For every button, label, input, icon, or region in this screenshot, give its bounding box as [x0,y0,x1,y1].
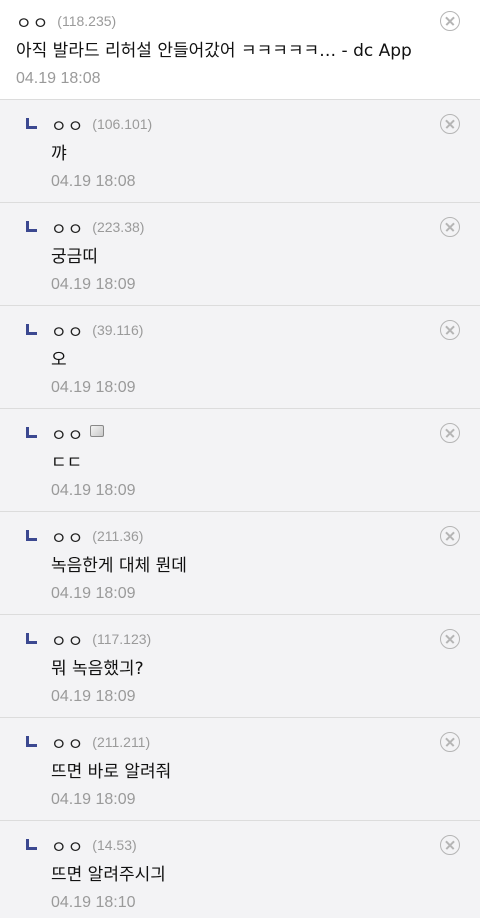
comment-date: 04.19 18:08 [16,70,101,87]
close-circle-icon[interactable] [440,423,460,443]
comment-ip: (211.211) [92,734,151,750]
comment-date: 04.19 18:08 [51,173,136,190]
comment-text: 꺄 [51,144,67,164]
reply-item: ㅇㅇ ㄷㄷ 04.19 18:09 [0,409,480,512]
reply-item: ㅇㅇ (117.123) 뭐 녹음했긔? 04.19 18:09 [0,615,480,718]
reply-item: ㅇㅇ (106.101) 꺄 04.19 18:08 [0,100,480,203]
reply-item: ㅇㅇ (211.211) 뜨면 바로 알려줘 04.19 18:09 [0,718,480,821]
comment-ip: (117.123) [92,631,152,647]
comment-ip: (223.38) [92,219,145,235]
comment-nickname[interactable]: ㅇㅇ [16,9,49,34]
reply-item: ㅇㅇ (39.116) 오 04.19 18:09 [0,306,480,409]
reply-item: ㅇㅇ (14.53) 뜨면 알려주시긔 04.19 18:10 [0,821,480,918]
comment-header: ㅇㅇ (117.123) [51,627,464,652]
reply-arrow-icon [26,736,37,747]
comment-item: ㅇㅇ (118.235) 아직 발라드 리허설 안들어갔어 ㅋㅋㅋㅋㅋ… - d… [0,0,480,100]
comment-ip: (211.36) [92,528,144,544]
comment-text: 뜨면 알려주시긔 [51,865,166,885]
comment-nickname[interactable]: ㅇㅇ [51,215,84,240]
comment-text: 오 [51,350,67,370]
reply-arrow-icon [26,221,37,232]
comment-header: ㅇㅇ [51,421,464,446]
reply-item: ㅇㅇ (223.38) 궁금띠 04.19 18:09 [0,203,480,306]
comment-text: ㄷㄷ [51,453,83,473]
comment-date: 04.19 18:10 [51,894,136,911]
comment-text: 뭐 녹음했긔? [51,659,144,679]
comment-text: 녹음한게 대체 뭔데 [51,556,187,576]
comment-nickname[interactable]: ㅇㅇ [51,421,84,446]
comment-header: ㅇㅇ (39.116) [51,318,464,343]
comment-date: 04.19 18:09 [51,276,136,293]
comment-ip: (106.101) [92,116,153,132]
comment-header: ㅇㅇ (14.53) [51,833,464,858]
comment-nickname[interactable]: ㅇㅇ [51,730,84,755]
close-circle-icon[interactable] [440,217,460,237]
comment-date: 04.19 18:09 [51,482,136,499]
close-circle-icon[interactable] [440,629,460,649]
comment-ip: (39.116) [92,322,144,338]
comment-header: ㅇㅇ (106.101) [51,112,464,137]
comment-nickname[interactable]: ㅇㅇ [51,524,84,549]
comment-date: 04.19 18:09 [51,379,136,396]
reply-arrow-icon [26,427,37,438]
close-circle-icon[interactable] [440,320,460,340]
reply-arrow-icon [26,530,37,541]
reply-arrow-icon [26,118,37,129]
comment-text: 궁금띠 [51,247,98,267]
comment-nickname[interactable]: ㅇㅇ [51,627,84,652]
reply-item: ㅇㅇ (211.36) 녹음한게 대체 뭔데 04.19 18:09 [0,512,480,615]
close-circle-icon[interactable] [440,526,460,546]
reply-arrow-icon [26,324,37,335]
comment-header: ㅇㅇ (211.211) [51,730,464,755]
comment-header: ㅇㅇ (223.38) [51,215,464,240]
close-circle-icon[interactable] [440,114,460,134]
comment-date: 04.19 18:09 [51,585,136,602]
comment-nickname[interactable]: ㅇㅇ [51,318,84,343]
close-circle-icon[interactable] [440,732,460,752]
close-circle-icon[interactable] [440,835,460,855]
comment-ip: (118.235) [57,13,117,29]
comment-header: ㅇㅇ (118.235) [16,9,464,34]
comment-text: 뜨면 바로 알려줘 [51,762,172,782]
close-circle-icon[interactable] [440,11,460,31]
comment-ip: (14.53) [92,837,137,853]
comment-date: 04.19 18:09 [51,688,136,705]
comment-nickname[interactable]: ㅇㅇ [51,833,84,858]
comment-nickname[interactable]: ㅇㅇ [51,112,84,137]
comment-text: 아직 발라드 리허설 안들어갔어 ㅋㅋㅋㅋㅋ… - dc App [16,41,412,61]
reply-arrow-icon [26,839,37,850]
comment-date: 04.19 18:09 [51,791,136,808]
comment-header: ㅇㅇ (211.36) [51,524,464,549]
fixed-nick-icon [90,425,105,437]
comment-list: ㅇㅇ (118.235) 아직 발라드 리허설 안들어갔어 ㅋㅋㅋㅋㅋ… - d… [0,0,480,918]
reply-arrow-icon [26,633,37,644]
